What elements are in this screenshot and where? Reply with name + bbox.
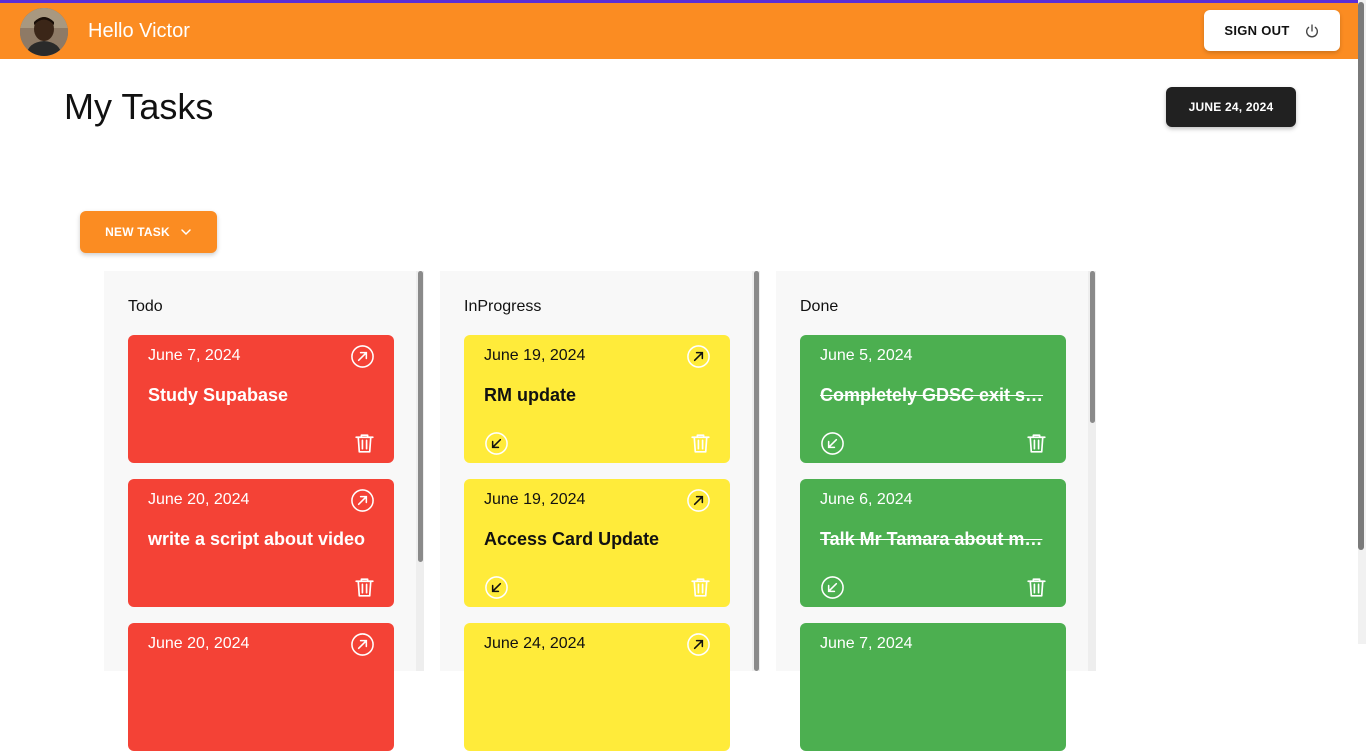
move-forward-button[interactable] <box>350 344 375 369</box>
trash-icon <box>691 434 710 453</box>
task-card[interactable]: June 7, 2024 <box>800 623 1066 751</box>
column-inprogress: InProgress June 19, 2024 RM update June … <box>440 271 760 751</box>
arrow-up-right-icon <box>687 489 710 512</box>
trash-icon <box>355 578 374 597</box>
trash-icon <box>355 434 374 453</box>
column-scrollbar-thumb[interactable] <box>754 271 759 671</box>
sign-out-button[interactable]: SIGN OUT <box>1204 10 1340 51</box>
arrow-up-right-icon <box>351 633 374 656</box>
task-card[interactable]: June 6, 2024 Talk Mr Tamara about m… <box>800 479 1066 607</box>
column-scrollbar[interactable] <box>1088 271 1096 671</box>
power-icon <box>1305 23 1318 37</box>
move-forward-button[interactable] <box>686 488 711 513</box>
task-card[interactable]: June 5, 2024 Completely GDSC exit s… <box>800 335 1066 463</box>
arrow-up-right-icon <box>351 345 374 368</box>
delete-task-button[interactable] <box>688 575 713 600</box>
column-scrollbar[interactable] <box>416 271 424 671</box>
avatar-portrait-icon <box>20 8 68 56</box>
task-date: June 19, 2024 <box>484 347 586 364</box>
delete-task-button[interactable] <box>688 431 713 456</box>
column-scrollbar[interactable] <box>752 271 760 671</box>
task-date: June 7, 2024 <box>820 635 913 652</box>
task-card[interactable]: June 24, 2024 <box>464 623 730 751</box>
greeting-text: Hello Victor <box>88 20 190 42</box>
task-title: RM update <box>484 385 576 405</box>
new-task-label: NEW TASK <box>105 225 170 239</box>
task-date: June 7, 2024 <box>148 347 241 364</box>
current-date-badge: JUNE 24, 2024 <box>1166 87 1296 127</box>
delete-task-button[interactable] <box>352 575 377 600</box>
column-title: InProgress <box>464 298 542 315</box>
arrow-up-right-icon <box>687 633 710 656</box>
task-card[interactable]: June 19, 2024 Access Card Update <box>464 479 730 607</box>
task-date: June 6, 2024 <box>820 491 913 508</box>
trash-icon <box>1027 578 1046 597</box>
arrow-up-right-icon <box>351 489 374 512</box>
page-title: My Tasks <box>64 86 214 127</box>
move-back-button[interactable] <box>820 431 845 456</box>
trash-icon <box>1027 434 1046 453</box>
arrow-up-right-icon <box>687 345 710 368</box>
move-back-button[interactable] <box>820 575 845 600</box>
task-date: June 24, 2024 <box>484 635 586 652</box>
page-scrollbar[interactable] <box>1358 0 1366 644</box>
column-title: Done <box>800 298 839 315</box>
app-header: Hello Victor SIGN OUT <box>0 3 1358 59</box>
task-title: Talk Mr Tamara about m… <box>820 529 1043 549</box>
task-title: Completely GDSC exit s… <box>820 385 1044 405</box>
task-title: Study Supabase <box>148 385 289 405</box>
move-forward-button[interactable] <box>686 344 711 369</box>
task-date: June 19, 2024 <box>484 491 586 508</box>
arrow-down-left-icon <box>821 576 844 599</box>
trash-icon <box>691 578 710 597</box>
new-task-button[interactable]: NEW TASK <box>80 211 217 253</box>
arrow-down-left-icon <box>821 432 844 455</box>
move-forward-button[interactable] <box>686 632 711 657</box>
move-back-button[interactable] <box>484 575 509 600</box>
column-title: Todo <box>128 298 163 315</box>
column-done: Done June 5, 2024 Completely GDSC exit s… <box>776 271 1096 751</box>
delete-task-button[interactable] <box>352 431 377 456</box>
move-back-button[interactable] <box>484 431 509 456</box>
task-title: Access Card Update <box>484 529 660 549</box>
task-card[interactable]: June 7, 2024 Study Supabase <box>128 335 394 463</box>
arrow-down-left-icon <box>485 432 508 455</box>
column-todo: Todo June 7, 2024 Study Supabase June 20… <box>104 271 424 751</box>
task-card[interactable]: June 20, 2024 <box>128 623 394 751</box>
sign-out-label: SIGN OUT <box>1224 23 1290 38</box>
avatar[interactable] <box>20 8 68 56</box>
task-date: June 20, 2024 <box>148 635 250 652</box>
column-scrollbar-thumb[interactable] <box>1090 271 1095 423</box>
task-title: write a script about video <box>148 529 366 549</box>
delete-task-button[interactable] <box>1024 575 1049 600</box>
move-forward-button[interactable] <box>350 488 375 513</box>
task-date: June 5, 2024 <box>820 347 913 364</box>
column-scrollbar-thumb[interactable] <box>418 271 423 562</box>
delete-task-button[interactable] <box>1024 431 1049 456</box>
task-card[interactable]: June 20, 2024 write a script about video <box>128 479 394 607</box>
task-card[interactable]: June 19, 2024 RM update <box>464 335 730 463</box>
task-date: June 20, 2024 <box>148 491 250 508</box>
move-forward-button[interactable] <box>350 632 375 657</box>
chevron-down-icon <box>181 229 191 236</box>
arrow-down-left-icon <box>485 576 508 599</box>
page-scrollbar-thumb[interactable] <box>1358 2 1364 550</box>
